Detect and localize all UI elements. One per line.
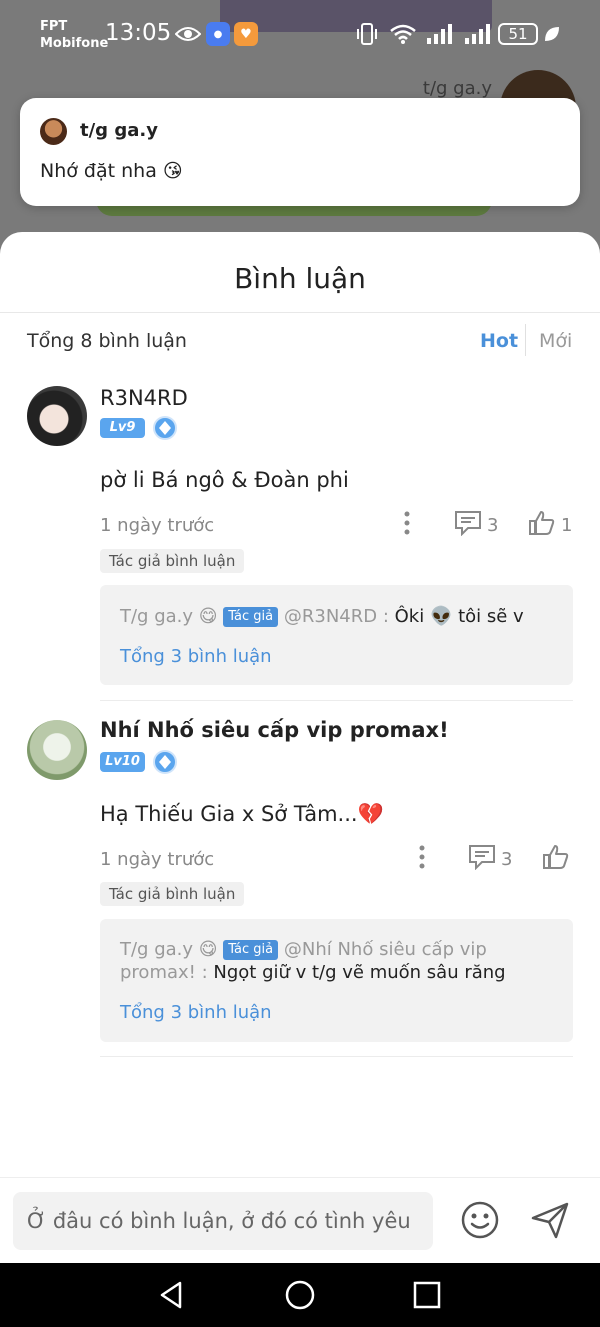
- app-notification-icon: ●: [206, 22, 230, 46]
- reply-count: 3: [487, 515, 499, 536]
- reply-preview-box[interactable]: T/g ga.y 😋 Tác giả @Nhí Nhố siêu cấp vip…: [100, 919, 573, 1042]
- avatar[interactable]: [27, 386, 87, 446]
- reply-content: Ngọt giữ v t/g vẽ muốn sâu răng: [213, 962, 506, 983]
- like-button[interactable]: [542, 844, 575, 875]
- comment-icon: [468, 844, 496, 875]
- reply-count: 3: [501, 849, 513, 870]
- signal-icon: [425, 22, 455, 46]
- divider: [100, 700, 573, 701]
- comment-time: 1 ngày trước: [100, 849, 215, 870]
- reply-author: T/g ga.y 😋: [120, 939, 218, 960]
- author-comment-tag: Tác giả bình luận: [100, 549, 245, 573]
- author-badge: Tác giả: [223, 607, 279, 627]
- comment-icon: [454, 510, 482, 541]
- more-vertical-icon: [413, 844, 431, 875]
- notification-author: t/g ga.y: [80, 120, 158, 141]
- back-icon: [156, 1281, 188, 1315]
- signal-icon: [463, 22, 493, 46]
- recents-icon: [411, 1281, 443, 1315]
- comment-input-bar: Ở đâu có bình luận, ở đó có tình yêu: [0, 1177, 600, 1263]
- send-icon: [530, 1202, 570, 1244]
- reply-line: T/g ga.y 😋 Tác giả @Nhí Nhố siêu cấp vip…: [120, 938, 553, 984]
- wifi-icon: [388, 22, 418, 46]
- reply-mention: @R3N4RD :: [283, 606, 395, 627]
- more-options-button[interactable]: [413, 844, 431, 875]
- emoji-icon: [460, 1201, 500, 1244]
- reply-button[interactable]: 3: [454, 510, 498, 541]
- sort-hot-tab[interactable]: Hot: [480, 330, 518, 352]
- carrier: FPT Mobifone: [40, 19, 109, 51]
- leaf-icon: [542, 22, 562, 46]
- divider: [0, 312, 600, 313]
- reply-line: T/g ga.y 😋 Tác giả @R3N4RD : Ôki 👽 tôi s…: [120, 605, 553, 628]
- level-badge: Lv10: [100, 752, 145, 772]
- system-nav-bar: [0, 1263, 600, 1327]
- heart-app-icon: ♥: [234, 22, 258, 46]
- eye-icon: [174, 22, 202, 46]
- level-badge: Lv9: [100, 418, 145, 438]
- page-title: Bình luận: [234, 262, 366, 295]
- avatar: [40, 118, 67, 145]
- like-count: 1: [561, 515, 573, 536]
- author-comment-tag: Tác giả bình luận: [100, 882, 245, 906]
- back-button[interactable]: [156, 1279, 188, 1311]
- gem-badge-icon: [153, 416, 177, 440]
- comment-text: pờ li Bá ngô & Đoàn phi: [100, 468, 349, 492]
- like-button[interactable]: 1: [528, 510, 572, 541]
- sort-new-tab[interactable]: Mới: [539, 330, 572, 352]
- reply-preview-box[interactable]: T/g ga.y 😋 Tác giả @R3N4RD : Ôki 👽 tôi s…: [100, 585, 573, 685]
- divider: [525, 324, 526, 356]
- view-replies-link[interactable]: Tổng 3 bình luận: [120, 1002, 272, 1023]
- author-badge: Tác giả: [223, 940, 279, 960]
- divider: [100, 1056, 573, 1057]
- thumbs-up-icon: [542, 844, 570, 875]
- view-replies-link[interactable]: Tổng 3 bình luận: [120, 646, 272, 667]
- home-icon: [284, 1280, 316, 1315]
- gem-badge-icon: [153, 750, 177, 774]
- clock: 13:05: [105, 20, 172, 46]
- send-button[interactable]: [530, 1200, 570, 1240]
- comment-input[interactable]: Ở đâu có bình luận, ở đó có tình yêu: [13, 1192, 433, 1250]
- comment-total: Tổng 8 bình luận: [27, 330, 187, 352]
- emoji-button[interactable]: [460, 1200, 500, 1240]
- reply-author: T/g ga.y 😋: [120, 606, 218, 627]
- comment-sheet: Bình luận Tổng 8 bình luận Hot Mới R3N4R…: [0, 232, 600, 1263]
- notification-message: Nhớ đặt nha 😘: [40, 160, 183, 182]
- home-button[interactable]: [284, 1279, 316, 1311]
- reply-content: Ôki 👽 tôi sẽ v: [394, 606, 524, 627]
- comment-author[interactable]: R3N4RD: [100, 386, 188, 410]
- comment-text: Hạ Thiếu Gia x Sở Tâm...💔: [100, 802, 384, 826]
- avatar[interactable]: [27, 720, 87, 780]
- more-options-button[interactable]: [398, 510, 416, 541]
- battery-indicator: 51: [498, 23, 538, 45]
- status-bar: FPT Mobifone 13:05 ● ♥ 51: [0, 0, 600, 70]
- more-vertical-icon: [398, 510, 416, 541]
- background-author: t/g ga.y: [422, 78, 492, 99]
- comment-time: 1 ngày trước: [100, 515, 215, 536]
- vibrate-icon: [354, 22, 380, 46]
- recents-button[interactable]: [411, 1279, 443, 1311]
- reply-button[interactable]: 3: [468, 844, 512, 875]
- thumbs-up-icon: [528, 510, 556, 541]
- notification-popup[interactable]: t/g ga.y Nhớ đặt nha 😘: [20, 98, 580, 206]
- comment-author[interactable]: Nhí Nhố siêu cấp vip promax!: [100, 718, 449, 742]
